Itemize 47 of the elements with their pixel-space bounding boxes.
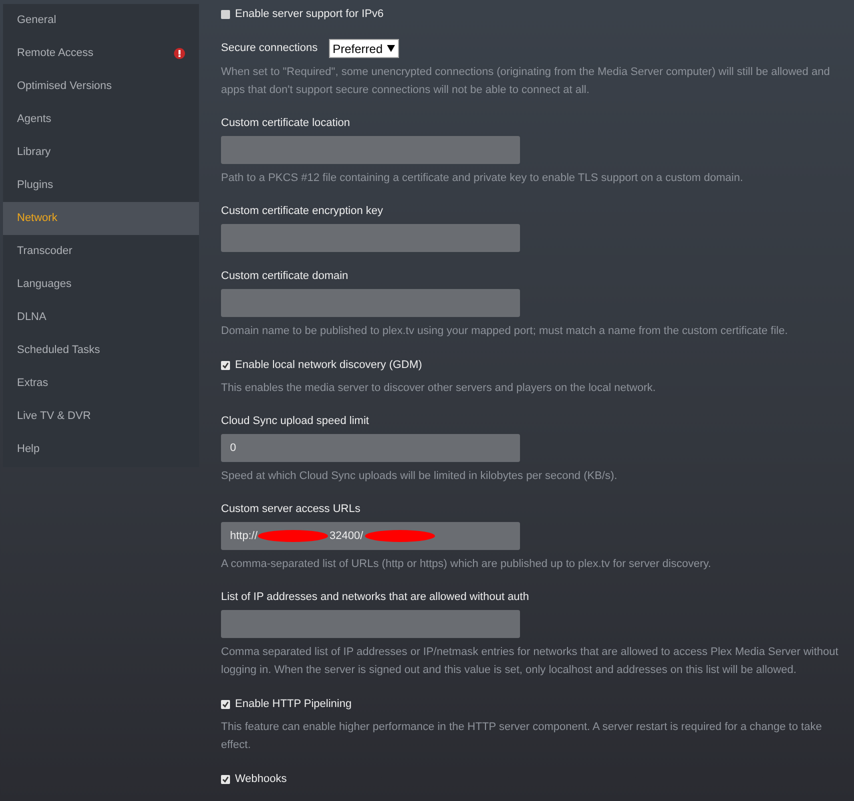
text-field[interactable] (221, 610, 520, 638)
sidebar-item[interactable]: Optimised Versions (3, 70, 199, 103)
checkbox-label: Enable HTTP Pipelining (235, 696, 352, 712)
checkbox[interactable] (221, 360, 230, 370)
dropdown[interactable]: Preferred (328, 39, 399, 58)
sidebar-item[interactable]: Scheduled Tasks (3, 334, 199, 367)
sidebar-item[interactable]: Help (3, 433, 199, 466)
field-label: Custom certificate location (221, 116, 351, 131)
sidebar-item[interactable]: Remote Access (3, 37, 199, 70)
caret-icon (386, 45, 395, 52)
field-label: List of IP addresses and networks that are allowed without auth (221, 590, 530, 605)
checkbox-label: Webhooks (235, 772, 287, 787)
sidebar-item[interactable]: General (3, 4, 199, 37)
sidebar-item[interactable]: Transcoder (3, 235, 199, 268)
sidebar-item[interactable]: Languages (3, 268, 199, 301)
field-label: Custom server access URLs (221, 502, 362, 517)
text-field[interactable] (221, 224, 520, 252)
redaction-mark (258, 529, 328, 543)
sidebar-item[interactable]: Agents (3, 103, 199, 136)
setting-description: Domain name to be published to plex.tv using your mapped port; must match a name from the custom certificate file. (221, 324, 789, 339)
setting-description: Speed at which Cloud Sync uploads will be limited in kilobytes per second (KB/s). (221, 469, 618, 484)
text-field[interactable] (221, 289, 520, 317)
setting-description: A comma-separated list of URLs (http or https) which are published up to plex.tv for server discovery. (221, 557, 712, 572)
checkbox[interactable] (221, 10, 230, 18)
sidebar-item[interactable]: Extras (3, 367, 199, 400)
setting-description: This enables the media server to discover other servers and players on the local network. (221, 381, 657, 396)
setting-description: Comma separated list of IP addresses or IP/netmask entries for networks that are allowed to access Plex Media Server without logging in. When the server is signed out and this value is set, only localhost and addresses on this list will be allowed. (221, 645, 840, 678)
sidebar-item[interactable]: Plugins (3, 169, 199, 202)
checkbox[interactable] (221, 774, 230, 784)
sidebar-item[interactable]: Network (3, 202, 199, 235)
sidebar-item[interactable]: DLNA (3, 301, 199, 334)
setting-description: Path to a PKCS #12 file containing a certificate and private key to enable TLS support on a custom domain. (221, 171, 744, 186)
field-label: Cloud Sync upload speed limit (221, 414, 370, 429)
sidebar-item[interactable]: Library (3, 136, 199, 169)
sidebar-item[interactable]: Live TV & DVR (3, 400, 199, 433)
field-label: Custom certificate domain (221, 269, 350, 284)
setting-description: When set to "Required", some unencrypted connections (originating from the Media Server computer) will still be allowed and apps that don't support secure connections will not be able to connect at all. (221, 65, 831, 98)
field-label: Secure connections (221, 41, 318, 56)
text-field[interactable] (221, 136, 520, 164)
checkbox[interactable] (221, 700, 230, 708)
redaction-mark (365, 529, 436, 543)
setting-description: This feature can enable higher performance in the HTTP server component. A server restart is required for a change to take effect. (221, 720, 823, 753)
checkbox-label: Enable server support for IPv6 (235, 6, 384, 22)
checkbox-label: Enable local network discovery (GDM) (235, 358, 422, 373)
text-field[interactable]: 0 (221, 434, 520, 462)
field-label: Custom certificate encryption key (221, 204, 384, 219)
text-field[interactable]: http:// 32400/ (221, 522, 520, 550)
